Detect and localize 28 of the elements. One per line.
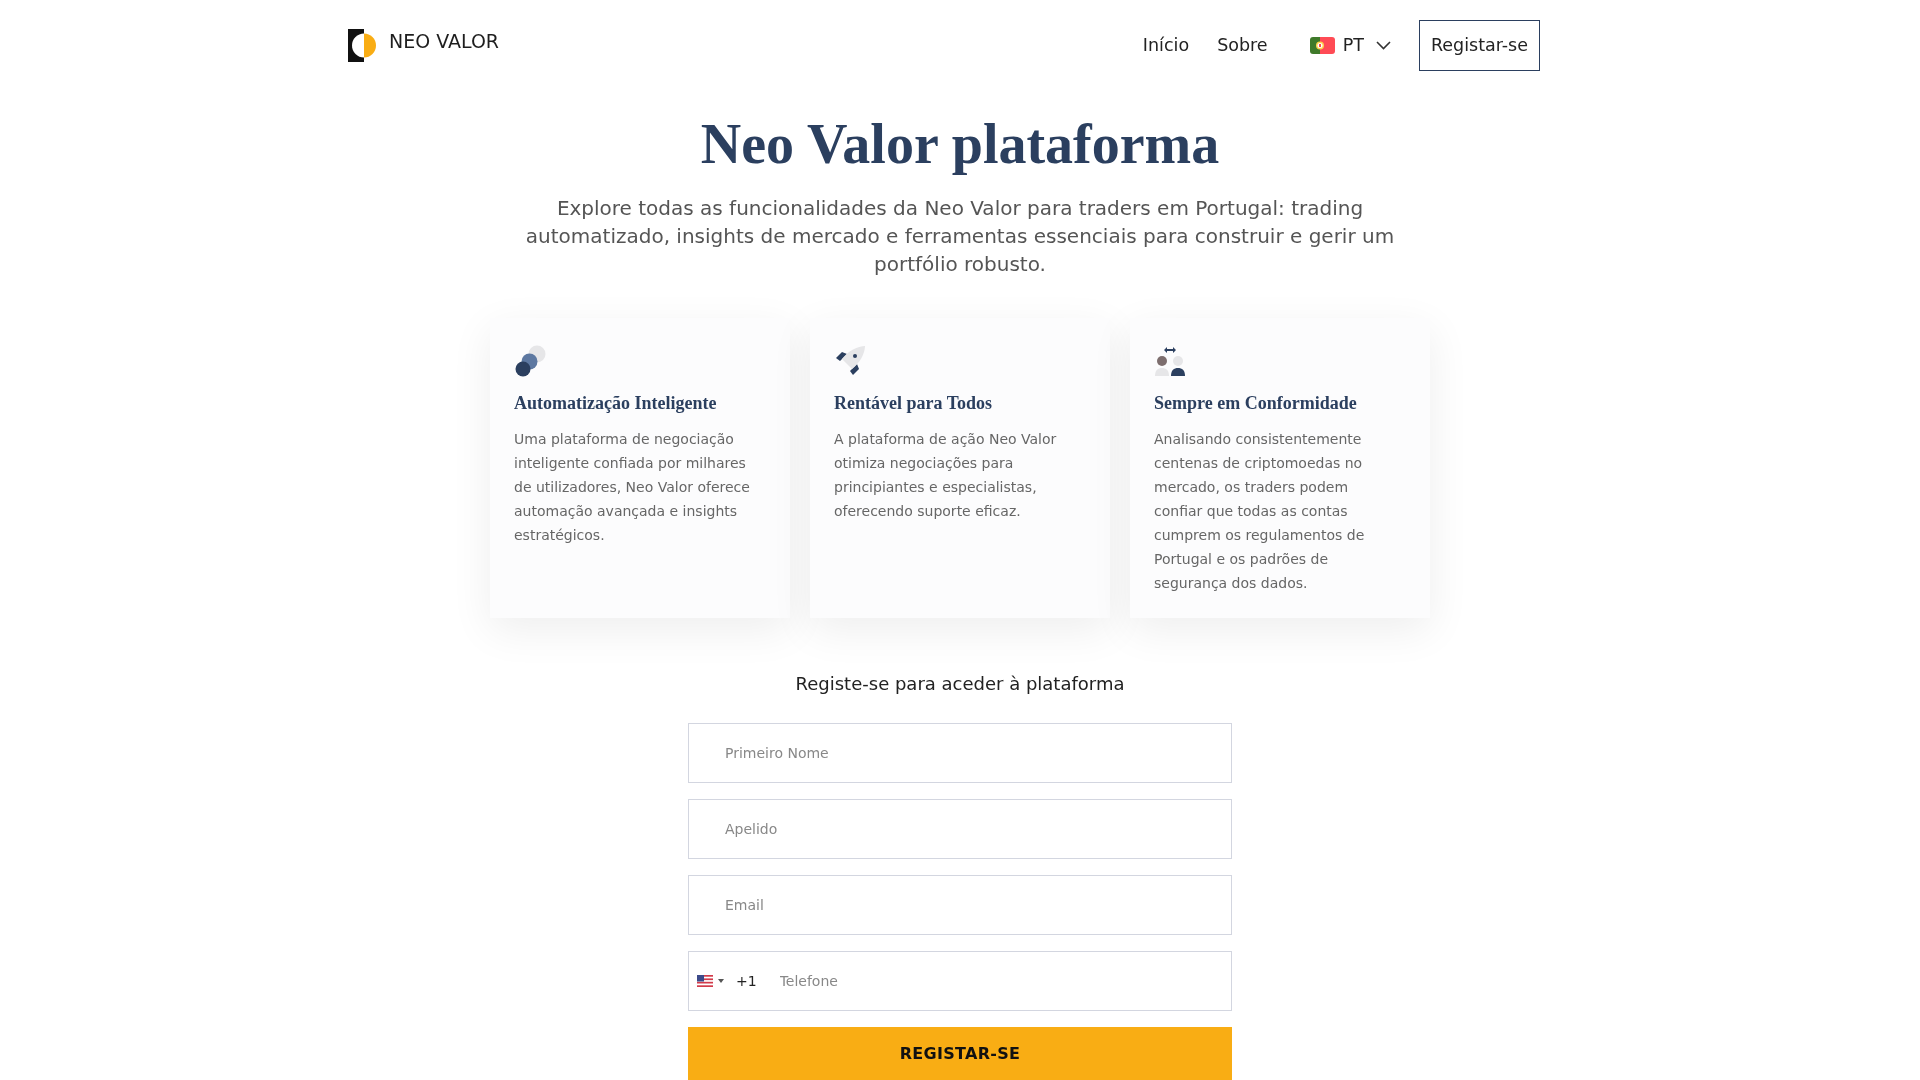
brand-name: NEO VALOR <box>389 30 500 52</box>
text-input-field[interactable]: Primeiro Nome <box>688 723 1232 783</box>
feature-description: Analisando consistentemente centenas de criptomoedas no mercado, os traders podem confiar que todas as contas cumprem os regulamentos de Portugal e os padrões de segurança dos dados. <box>1154 430 1366 593</box>
flag-icon <box>1309 36 1335 54</box>
feature-description: Uma plataforma de negociação inteligente confiada por milhares de utilizadores, Neo Valor oferece automação avançada e insights estratégicos. <box>514 430 751 545</box>
hero-title: Neo Valor plataforma <box>700 112 1220 177</box>
caret-down-icon <box>718 979 724 983</box>
register-button[interactable]: Registar-se <box>1418 19 1540 71</box>
language-selector[interactable]: PT <box>1309 35 1391 55</box>
flag-icon <box>697 975 713 987</box>
people-arrows-icon <box>1154 345 1186 377</box>
text-input-field[interactable]: Email <box>688 875 1232 935</box>
logo-icon <box>348 28 376 62</box>
feature-title: Automatização Inteligente <box>514 392 718 415</box>
feature-title: Rentável para Todos <box>834 392 994 415</box>
submit-button[interactable]: REGISTAR-SE <box>688 1027 1232 1080</box>
nav-link[interactable]: Sobre <box>1217 35 1268 55</box>
rocket-icon <box>834 345 866 377</box>
overlapping-circles-icon <box>514 345 546 377</box>
chevron-down-icon <box>1375 40 1391 50</box>
feature-description: A plataforma de ação Neo Valor otimiza negociações para principiantes e especialistas, oferecendo suporte eficaz. <box>834 430 1058 521</box>
country-code-selector[interactable]: +1 <box>697 973 757 989</box>
phone-field[interactable]: +1 Telefone <box>688 951 1232 1011</box>
feature-title: Sempre em Conformidade <box>1154 392 1358 415</box>
hero-subtitle: Explore todas as funcionalidades da Neo Valor para traders em Portugal: trading automatizado, insights de mercado e ferramentas essenciais para construir e gerir um portfólio robusto. <box>524 195 1396 278</box>
nav-link[interactable]: Início <box>1142 35 1190 55</box>
text-input-field[interactable]: Apelido <box>688 799 1232 859</box>
form-heading: Registe-se para aceder à plataforma <box>794 672 1126 696</box>
